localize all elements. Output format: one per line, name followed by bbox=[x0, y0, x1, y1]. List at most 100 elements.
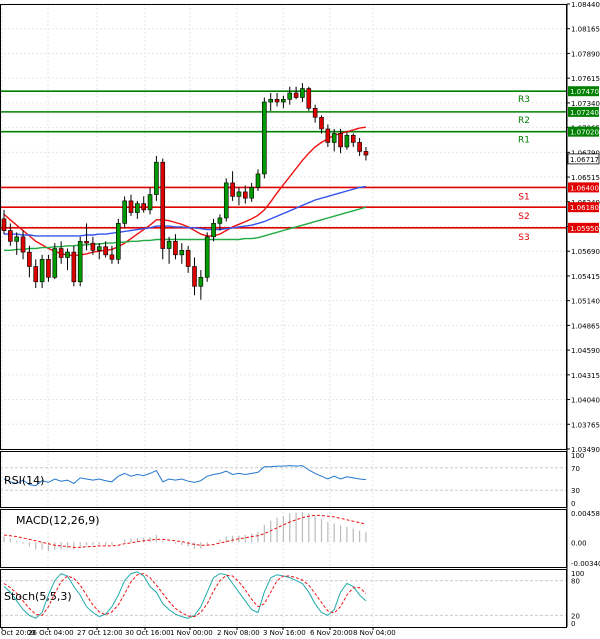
candle-bull bbox=[147, 194, 153, 211]
chart-background bbox=[0, 0, 600, 639]
time-tick-label: 3 Nov 16:00 bbox=[263, 629, 306, 637]
price-tick-label: 1.03765 bbox=[571, 421, 600, 429]
candle-bull bbox=[65, 251, 70, 258]
candle-bull bbox=[77, 241, 83, 283]
candle-bull bbox=[166, 241, 172, 249]
time-tick-label: 8 Nov 04:00 bbox=[353, 629, 396, 637]
candle-bear bbox=[192, 266, 197, 287]
level-label-s3: S3 bbox=[518, 233, 529, 243]
level-price-tag-text: 1.06180 bbox=[570, 204, 599, 212]
candle-bear bbox=[8, 230, 13, 242]
candle-bear bbox=[90, 242, 96, 251]
rsi-axis-label: 100 bbox=[571, 452, 584, 460]
candle-bull bbox=[249, 187, 254, 199]
candle-bear bbox=[1, 218, 7, 231]
candle-bull bbox=[223, 182, 229, 219]
candle-bull bbox=[116, 223, 121, 260]
price-tick-label: 1.08165 bbox=[571, 26, 600, 34]
price-tick-label: 1.07615 bbox=[571, 75, 600, 83]
macd-axis-label: 0.004585 bbox=[571, 510, 600, 518]
rsi-axis-label: 0 bbox=[571, 500, 575, 508]
rsi-label: RSI(14) bbox=[4, 474, 44, 487]
price-tick-label: 1.07890 bbox=[571, 50, 600, 58]
time-tick-label: 27 Oct 12:00 bbox=[77, 629, 123, 637]
candle-bear bbox=[243, 191, 248, 199]
candle-bull bbox=[39, 259, 45, 283]
time-tick-label: 1 Nov 00:00 bbox=[170, 629, 213, 637]
price-tick-label: 1.08440 bbox=[571, 1, 600, 9]
candle-bear bbox=[325, 128, 331, 143]
stoch-axis-label: 80 bbox=[571, 578, 580, 586]
price-tick-label: 1.04040 bbox=[571, 397, 600, 405]
time-tick-label: 26 Oct 04:00 bbox=[28, 629, 74, 637]
candle-bull bbox=[344, 134, 350, 148]
level-price-tag-text: 1.07470 bbox=[570, 88, 599, 96]
candle-bear bbox=[20, 236, 26, 253]
candle-bear bbox=[363, 151, 369, 156]
candle-bear bbox=[185, 250, 191, 267]
candle-bull bbox=[268, 98, 274, 103]
time-tick-label: 2 Nov 08:00 bbox=[217, 629, 260, 637]
forex-chart: R3 R2 R1 S1 S2 S3 RSI(14) MACD(12,26,9) Stoch(5… bbox=[0, 0, 600, 639]
candle-bull bbox=[204, 236, 210, 278]
candle-bull bbox=[287, 92, 293, 100]
candle-bear bbox=[173, 241, 178, 256]
level-label-s1: S1 bbox=[518, 192, 529, 202]
candle-bear bbox=[46, 259, 51, 278]
price-tick-label: 1.05140 bbox=[571, 298, 600, 306]
rsi-axis-label: 70 bbox=[571, 465, 580, 473]
candle-bull bbox=[122, 200, 127, 224]
macd-label: MACD(12,26,9) bbox=[16, 514, 100, 527]
candle-bull bbox=[262, 101, 267, 175]
candle-bear bbox=[33, 266, 39, 283]
candle-bull bbox=[217, 217, 223, 224]
price-tick-label: 1.05415 bbox=[571, 273, 600, 281]
candle-bull bbox=[211, 223, 216, 238]
candle-bull bbox=[281, 98, 286, 103]
candle-bull bbox=[154, 161, 159, 195]
candle-bear bbox=[58, 248, 64, 258]
candle-bear bbox=[103, 246, 108, 256]
macd-axis-label: 0.00 bbox=[571, 539, 587, 547]
candle-bear bbox=[128, 200, 134, 213]
level-price-tag-text: 1.07240 bbox=[570, 109, 599, 117]
candle-bull bbox=[135, 203, 140, 213]
candle-bull bbox=[300, 88, 305, 98]
candle-bull bbox=[52, 248, 58, 278]
candle-bear bbox=[160, 161, 166, 249]
level-label-s2: S2 bbox=[518, 212, 529, 222]
candle-bear bbox=[293, 92, 299, 98]
candle-bear bbox=[141, 203, 146, 211]
level-price-tag-text: 1.05950 bbox=[570, 225, 599, 233]
candle-bear bbox=[338, 133, 343, 148]
macd-axis-label: -0.003404 bbox=[571, 560, 600, 568]
candle-bear bbox=[84, 241, 89, 244]
candle-bear bbox=[71, 251, 77, 283]
candle-bear bbox=[230, 182, 235, 197]
time-axis: Oct 20:0026 Oct 04:00 27 Oct 12:00 30 Oct … bbox=[1, 627, 396, 637]
stoch-axis-label: 0 bbox=[571, 620, 575, 628]
candle-bear bbox=[319, 116, 324, 130]
candle-bear bbox=[357, 142, 362, 152]
rsi-axis-label: 30 bbox=[571, 487, 580, 495]
candle-bull bbox=[255, 173, 261, 188]
level-label-r1: R1 bbox=[518, 136, 530, 146]
price-tick-label: 1.04315 bbox=[571, 372, 600, 380]
candle-bear bbox=[306, 88, 312, 109]
price-tick-label: 1.07340 bbox=[571, 100, 600, 108]
level-price-tag-text: 1.06400 bbox=[570, 184, 599, 192]
candle-bear bbox=[350, 134, 356, 143]
price-tick-label: 1.04590 bbox=[571, 347, 600, 355]
current-price-text: 1.06717 bbox=[570, 156, 599, 164]
candle-bear bbox=[274, 98, 280, 103]
candle-bull bbox=[198, 276, 204, 287]
candle-bull bbox=[14, 236, 19, 242]
candle-bull bbox=[331, 133, 337, 143]
stoch-label: Stoch(5,5,3) bbox=[4, 590, 72, 603]
price-tick-label: 1.05690 bbox=[571, 248, 600, 256]
price-tick-label: 1.06515 bbox=[571, 174, 600, 182]
candle-bull bbox=[236, 191, 242, 197]
candle-bear bbox=[312, 107, 318, 118]
candle-bear bbox=[27, 251, 32, 267]
candle-bull bbox=[96, 246, 102, 251]
